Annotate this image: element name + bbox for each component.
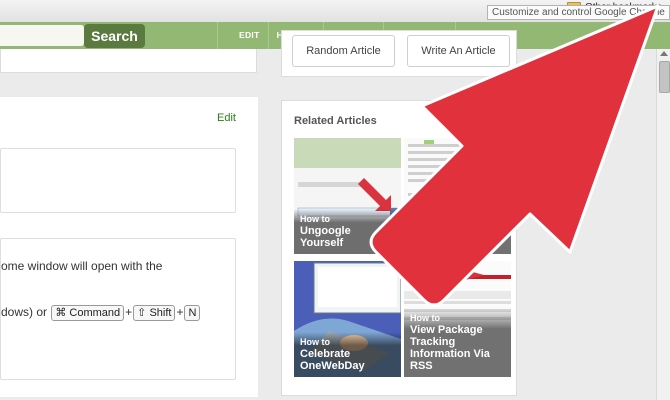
step-text-prefix: dows) or [1,305,48,319]
command-key: ⌘ Command [51,305,125,321]
related-article-tile[interactable]: How to Ungoogle Yourself [294,138,401,254]
edit-section-link[interactable]: Edit [217,112,236,124]
tile-title: Celebrate OneWebDay [300,348,365,372]
tile-how-to: How to [300,214,330,224]
related-article-tile[interactable]: How to View Package Tracking Information… [404,261,511,377]
tile-title: View Package Tracking Information Via RS… [410,324,490,372]
related-articles-panel: Related Articles How to Ungoogle Yoursel… [281,100,517,396]
related-article-tile[interactable]: How to Celebrate OneWebDay [294,261,401,377]
page-scrollbar[interactable] [656,49,670,400]
tile-caption: How to View Package Tracking Information… [404,308,511,377]
search-button[interactable]: Search [84,24,145,48]
tile-caption: How to ... bsite [404,221,511,254]
tile-how-to: How to [300,337,330,347]
write-article-button[interactable]: Write An Article [407,35,510,67]
scroll-thumb[interactable] [659,61,670,93]
search-input[interactable] [0,25,84,46]
shortcut-line: dows) or ⌘ Command + ⇧ Shift + N [1,305,201,321]
tile-how-to: How to [410,226,440,236]
tile-title: Ungoogle Yourself [300,225,351,249]
related-articles-title: Related Articles [294,115,377,127]
tile-title: ... bsite [410,237,448,249]
browser-bookmarks-bar: Other bookmarks Customize and control Go… [0,0,670,23]
related-article-tile[interactable]: How to ... bsite [404,138,511,254]
random-article-button[interactable]: Random Article [292,35,395,67]
plus-sign: + [125,305,133,319]
n-key: N [184,305,201,321]
step-text-line: ome window will open with the [1,259,163,273]
nav-edit[interactable]: EDIT [217,22,268,49]
step-box [0,148,236,213]
scroll-up-arrow-icon[interactable] [660,51,668,56]
intro-card [0,49,257,73]
tile-caption: How to Celebrate OneWebDay [294,332,401,377]
shift-key: ⇧ Shift [133,305,176,321]
plus-sign: + [176,305,184,319]
tile-how-to: How to [410,313,440,323]
step-box: ome window will open with the dows) or ⌘… [0,238,236,380]
chrome-menu-tooltip: Customize and control Google Chrome [487,5,670,20]
tile-caption: How to Ungoogle Yourself [294,209,401,254]
